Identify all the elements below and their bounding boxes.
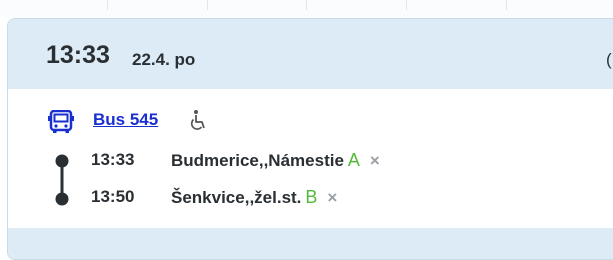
wheelchair-icon (190, 110, 205, 130)
column-separator (406, 0, 407, 10)
stop-platform: A (347, 150, 360, 170)
departure-stop-dot (55, 154, 69, 168)
card-footer (8, 228, 613, 259)
stop-name: Šenkvice,,žel.st. (171, 188, 302, 207)
column-separator (107, 0, 108, 10)
column-separator (506, 0, 507, 10)
connection-header[interactable]: 13:33 22.4. po ( (8, 19, 613, 89)
remove-stop-button[interactable]: × (327, 188, 337, 207)
stop-name-wrap: Šenkvice,,žel.st. B × (171, 187, 337, 208)
departure-date: 22.4. po (132, 50, 196, 69)
header-clipped-glyph: ( (606, 50, 612, 69)
stop-timeline (55, 154, 69, 206)
stop-platform: B (305, 187, 318, 207)
column-separator (306, 0, 307, 10)
stop-name: Budmerice,,Námestie (171, 151, 344, 170)
remove-stop-button[interactable]: × (370, 151, 380, 170)
stop-time: 13:33 (91, 150, 135, 169)
stop-name-wrap: Budmerice,,Námestie A × (171, 150, 380, 171)
top-strip (0, 0, 613, 18)
departure-time: 13:33 (46, 41, 110, 69)
arrival-stop-dot (55, 192, 69, 206)
column-separator (207, 0, 208, 10)
stop-time: 13:50 (91, 187, 135, 206)
bus-icon (48, 110, 74, 133)
connection-card[interactable]: 13:33 22.4. po ( Bus 545 13:33 Budmerice (7, 18, 613, 260)
bus-line-link[interactable]: Bus 545 (93, 110, 158, 130)
